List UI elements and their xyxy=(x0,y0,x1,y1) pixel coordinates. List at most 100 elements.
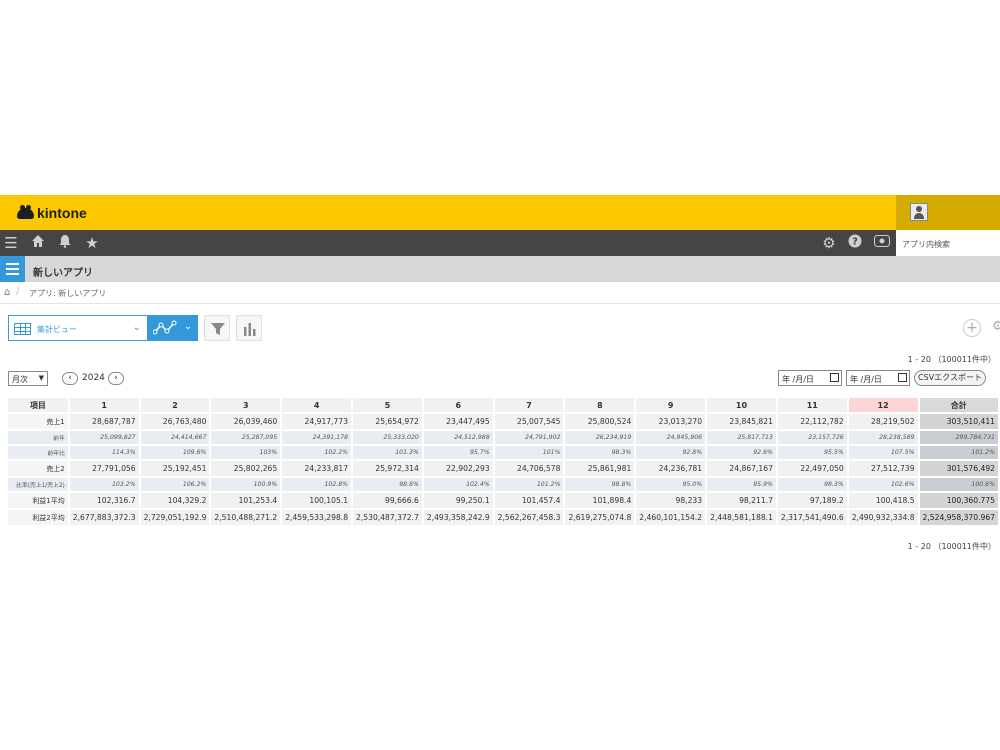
breadcrumb-home-icon[interactable]: ⌂ xyxy=(4,287,10,298)
chevron-down-icon: ⌄ xyxy=(183,321,192,332)
table-cell: 28,219,502 xyxy=(848,414,918,429)
table-cell: 98,211.7 xyxy=(707,493,776,508)
table-cell: 103% xyxy=(211,446,281,459)
table-cell: 2,729,051,192.9 xyxy=(140,510,210,525)
row-label: 前年 xyxy=(8,431,68,444)
date-from-placeholder: 年 /月/日 xyxy=(782,375,814,384)
column-header-month: 5 xyxy=(353,398,422,412)
graph-type-button[interactable]: ⌄ xyxy=(148,315,198,341)
view-selector-label: 集計ビュー xyxy=(37,325,77,334)
column-header-month: 11 xyxy=(777,398,847,412)
date-from-input[interactable]: 年 /月/日 xyxy=(778,370,842,386)
graph-settings-button[interactable] xyxy=(236,315,262,341)
total-cell: 303,510,411 xyxy=(919,414,998,429)
table-cell: 99,666.6 xyxy=(353,493,422,508)
table-cell: 101.2% xyxy=(494,478,564,491)
add-record-icon[interactable]: + xyxy=(963,319,981,337)
table-cell: 25,192,451 xyxy=(140,461,210,476)
calendar-icon[interactable] xyxy=(898,373,907,382)
total-cell: 2,524,958,370.967 xyxy=(919,510,998,525)
user-avatar-icon[interactable] xyxy=(910,203,928,221)
table-cell: 106.2% xyxy=(140,478,210,491)
app-list-icon[interactable] xyxy=(0,256,25,282)
date-to-input[interactable]: 年 /月/日 xyxy=(846,370,910,386)
period-select[interactable]: 月次 ▼ xyxy=(8,371,48,386)
chevron-down-icon: ▼ xyxy=(38,374,44,382)
table-cell: 28,238,589 xyxy=(848,431,918,444)
user-menu-area[interactable] xyxy=(896,195,1000,230)
kintone-logo[interactable]: kintone xyxy=(17,204,87,222)
column-header-month: 9 xyxy=(636,398,706,412)
next-year-button[interactable]: › xyxy=(108,372,124,385)
column-header-month: 10 xyxy=(707,398,776,412)
total-cell: 100,360.775 xyxy=(919,493,998,508)
row-label: 売上1 xyxy=(8,414,68,429)
table-cell: 22,902,293 xyxy=(423,461,493,476)
table-cell: 22,112,782 xyxy=(777,414,847,429)
table-cell: 25,817,713 xyxy=(707,431,776,444)
table-cell: 103.2% xyxy=(69,478,139,491)
table-cell: 23,845,821 xyxy=(707,414,776,429)
view-selector[interactable]: 集計ビュー ⌄ xyxy=(8,315,148,341)
settings-gear-icon[interactable]: ⚙ xyxy=(820,234,838,252)
filter-button[interactable] xyxy=(204,315,230,341)
line-chart-icon xyxy=(153,320,177,335)
table-cell: 22,497,050 xyxy=(777,461,847,476)
row-label: 前年比 xyxy=(8,446,68,459)
table-cell: 25,800,524 xyxy=(565,414,635,429)
svg-text:?: ? xyxy=(852,237,858,248)
prev-year-button[interactable]: ‹ xyxy=(62,372,78,385)
table-header-row: 項目 1 2 3 4 5 6 7 8 9 10 11 12 合計 xyxy=(8,398,998,412)
table-cell: 102.6% xyxy=(848,478,918,491)
table-cell: 100,418.5 xyxy=(848,493,918,508)
table-cell: 24,512,988 xyxy=(423,431,493,444)
app-settings-gear-icon[interactable]: ⚙ xyxy=(992,319,1000,334)
table-cell: 2,448,581,188.1 xyxy=(707,510,776,525)
table-cell: 25,861,981 xyxy=(565,461,635,476)
table-row: 売上1 28,687,787 26,763,480 26,039,460 24,917,… xyxy=(8,414,998,429)
aggregation-table: 項目 1 2 3 4 5 6 7 8 9 10 11 12 合計 売上1 28,687,787 26,763,4… xyxy=(6,396,1000,527)
table-cell: 101% xyxy=(494,446,564,459)
table-cell: 2,619,275,074.8 xyxy=(565,510,635,525)
table-cell: 23,447,495 xyxy=(423,414,493,429)
top-header: kintone xyxy=(0,195,1000,230)
app-search-input[interactable]: アプリ内検索 xyxy=(896,230,1000,256)
breadcrumb-app-link[interactable]: アプリ: 新しいアプリ xyxy=(29,288,106,299)
table-cell: 95.7% xyxy=(423,446,493,459)
people-directory-icon[interactable] xyxy=(873,234,891,252)
table-cell: 25,099,827 xyxy=(69,431,139,444)
global-nav: ☰ ★ ⚙ ? アプリ内検索 xyxy=(0,230,1000,256)
table-cell: 102.4% xyxy=(423,478,493,491)
table-cell: 107.5% xyxy=(848,446,918,459)
calendar-icon[interactable] xyxy=(830,373,839,382)
home-icon[interactable] xyxy=(29,234,47,252)
pager-bottom: 1 - 20 （100011件中） xyxy=(907,542,996,551)
period-select-value: 月次 xyxy=(12,375,28,384)
table-cell: 27,512,739 xyxy=(848,461,918,476)
table-cell: 98.3% xyxy=(777,478,847,491)
hamburger-menu-icon[interactable]: ☰ xyxy=(2,234,20,252)
table-cell: 28,687,787 xyxy=(69,414,139,429)
total-cell: 299,784,731 xyxy=(919,431,998,444)
help-icon[interactable]: ? xyxy=(846,234,864,252)
row-label: 利益1平均 xyxy=(8,493,68,508)
row-label: 比率(売上1/売上2) xyxy=(8,478,68,491)
csv-export-button[interactable]: CSVエクスポート xyxy=(914,370,986,386)
table-cell: 2,677,883,372.3 xyxy=(69,510,139,525)
app-title[interactable]: 新しいアプリ xyxy=(33,264,93,279)
table-cell: 101,253.4 xyxy=(211,493,281,508)
table-cell: 109.6% xyxy=(140,446,210,459)
table-cell: 95.9% xyxy=(707,478,776,491)
table-cell: 26,234,919 xyxy=(565,431,635,444)
brand-name: kintone xyxy=(37,205,87,221)
column-header-month: 1 xyxy=(69,398,139,412)
favorites-star-icon[interactable]: ★ xyxy=(83,234,101,252)
total-cell: 100.6% xyxy=(919,478,998,491)
breadcrumb-separator-icon: / xyxy=(16,286,20,297)
table-cell: 92.8% xyxy=(636,446,706,459)
row-label: 売上2 xyxy=(8,461,68,476)
notification-bell-icon[interactable] xyxy=(56,234,74,252)
table-row: 利益2平均 2,677,883,372.3 2,729,051,192.9 2,510… xyxy=(8,510,998,525)
table-cell: 24,791,902 xyxy=(494,431,564,444)
table-view-icon xyxy=(14,323,31,335)
